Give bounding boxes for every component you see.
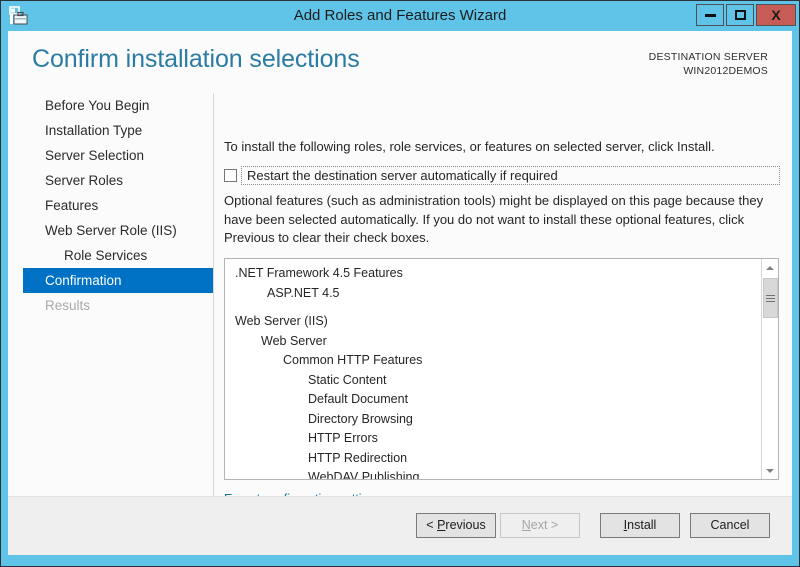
restart-checkbox-label[interactable]: Restart the destination server automatic… — [241, 166, 780, 185]
list-item[interactable]: ASP.NET 4.5 — [225, 284, 762, 304]
window-bottom-accent — [1, 555, 799, 566]
sidebar-item-installation-type[interactable]: Installation Type — [8, 118, 214, 143]
maximize-icon — [734, 10, 746, 20]
title-bar[interactable]: Add Roles and Features Wizard X — [1, 1, 799, 31]
wizard-window: Add Roles and Features Wizard X Confirm … — [0, 0, 800, 567]
selection-listbox[interactable]: .NET Framework 4.5 Features ASP.NET 4.5 … — [224, 258, 779, 480]
list-item[interactable]: Web Server (IIS) — [225, 312, 762, 332]
scroll-down-icon[interactable] — [762, 462, 778, 479]
minimize-icon — [704, 13, 716, 17]
list-item[interactable]: Static Content — [225, 371, 762, 391]
main-content: To install the following roles, role ser… — [214, 93, 792, 523]
destination-server-label: DESTINATION SERVER — [648, 51, 768, 63]
install-accesskey: I — [623, 518, 628, 532]
intro-text: To install the following roles, role ser… — [224, 139, 715, 154]
list-item[interactable]: WebDAV Publishing — [225, 468, 762, 479]
sidebar-item-role-services[interactable]: Role Services — [8, 243, 214, 268]
previous-button[interactable]: < Previous — [416, 513, 496, 538]
list-item[interactable]: Web Server — [225, 332, 762, 352]
selection-list: .NET Framework 4.5 Features ASP.NET 4.5 … — [225, 259, 762, 479]
restart-checkbox-row[interactable]: Restart the destination server automatic… — [224, 166, 780, 185]
page-header: Confirm installation selections DESTINAT… — [8, 31, 792, 93]
scrollbar-grip-icon — [766, 294, 775, 302]
sidebar-item-web-server-role-iis[interactable]: Web Server Role (IIS) — [8, 218, 214, 243]
page-title: Confirm installation selections — [32, 45, 360, 73]
previous-accesskey: P — [437, 518, 446, 532]
window-controls: X — [694, 4, 796, 26]
window-title: Add Roles and Features Wizard — [293, 7, 507, 24]
list-item[interactable]: .NET Framework 4.5 Features — [225, 264, 762, 284]
scroll-up-icon[interactable] — [762, 259, 778, 276]
wizard-steps-nav: Before You Begin Installation Type Serve… — [8, 93, 214, 497]
list-item[interactable]: Common HTTP Features — [225, 351, 762, 371]
next-button: Next > — [500, 513, 580, 538]
scrollbar-thumb[interactable] — [763, 278, 778, 318]
cancel-button[interactable]: Cancel — [690, 513, 770, 538]
footer-bar: < Previous Next > Install Cancel — [8, 496, 792, 555]
list-item[interactable]: Default Document — [225, 390, 762, 410]
sidebar-item-results: Results — [45, 298, 91, 313]
destination-server-block: DESTINATION SERVER WIN2012DEMOS — [649, 50, 768, 78]
optional-features-text: Optional features (such as administratio… — [224, 193, 764, 245]
close-button[interactable]: X — [756, 4, 796, 26]
list-item[interactable]: Directory Browsing — [225, 410, 762, 430]
minimize-button[interactable] — [696, 4, 724, 26]
sidebar-item-server-roles[interactable]: Server Roles — [8, 168, 214, 193]
sidebar-item-server-selection[interactable]: Server Selection — [8, 143, 214, 168]
sidebar-item-confirmation[interactable]: Confirmation — [23, 268, 214, 293]
list-item[interactable]: HTTP Errors — [225, 429, 762, 449]
sidebar-item-features[interactable]: Features — [8, 193, 214, 218]
install-button[interactable]: Install — [600, 513, 680, 538]
sidebar-item-before-you-begin[interactable]: Before You Begin — [8, 93, 214, 118]
client-area: Confirm installation selections DESTINAT… — [8, 31, 792, 555]
next-accesskey: N — [521, 518, 531, 532]
list-item[interactable]: HTTP Redirection — [225, 449, 762, 469]
maximize-button[interactable] — [726, 4, 754, 26]
listbox-scrollbar[interactable] — [761, 259, 778, 479]
restart-checkbox[interactable] — [224, 169, 237, 182]
destination-server-name: WIN2012DEMOS — [683, 65, 768, 77]
